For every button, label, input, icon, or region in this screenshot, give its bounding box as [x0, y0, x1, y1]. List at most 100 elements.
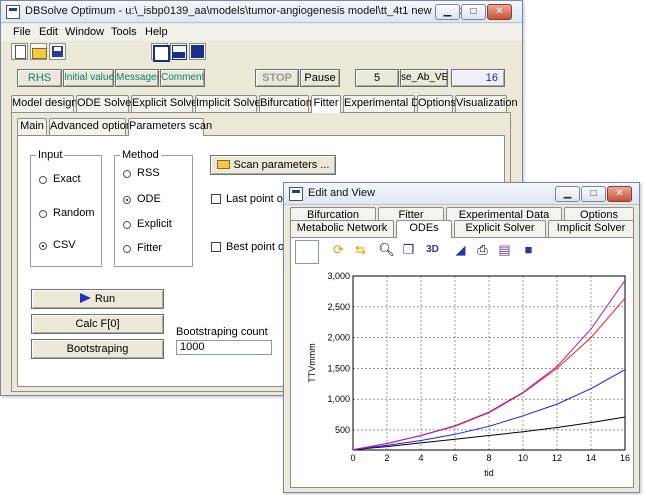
tab-implicit-solver[interactable]: Implicit Solver: [548, 220, 634, 237]
main-tab-row: Model designer ODE Solver Explicit Solve…: [11, 95, 518, 113]
x-tick-label: 16: [620, 453, 630, 463]
calc-f0-button[interactable]: Calc F[0]: [31, 314, 164, 334]
radio-explicit-label: Explicit: [137, 218, 172, 230]
open-folder-icon[interactable]: [30, 43, 47, 60]
close-icon[interactable]: ✕: [607, 186, 632, 202]
rhs-button[interactable]: RHS: [17, 69, 62, 87]
x-tick-label: 14: [586, 453, 596, 463]
subtab-parameters-scan[interactable]: Parameters scan: [128, 118, 212, 136]
app-logo-icon: [6, 5, 20, 19]
value-field[interactable]: 16: [451, 69, 505, 87]
app-logo-icon: [289, 187, 303, 201]
menu-window[interactable]: Window: [65, 26, 104, 38]
radio-exact[interactable]: [39, 176, 47, 184]
radio-explicit[interactable]: [123, 221, 131, 229]
swap-arrows-icon[interactable]: ⇆: [351, 240, 370, 259]
y-tick-label: 1,000: [327, 394, 350, 404]
tab-model-designer[interactable]: Model designer: [11, 95, 87, 112]
window-layout-icon[interactable]: [151, 43, 170, 62]
radio-ode[interactable]: [123, 196, 131, 204]
odes-chart: 0 2 4 6 8 10 12 14 16 500 1,000 1,500 2,000 2,500 3,00…: [307, 271, 630, 478]
method-group: Method RSS ODE Explicit Fitter: [114, 149, 193, 267]
3d-icon[interactable]: 3D: [423, 240, 442, 259]
bootstraping-count-input[interactable]: 1000: [176, 340, 272, 355]
tab-bifurcation[interactable]: Bifurcation: [259, 95, 312, 112]
x-tick-label: 12: [552, 453, 562, 463]
chart-ticks: 0 2 4 6 8 10 12 14 16 500 1,000 1,500 2,000 2,500 3,00…: [327, 271, 630, 463]
tab-implicit-solver[interactable]: Implicit Solver: [195, 95, 264, 112]
copy-icon[interactable]: ❐: [399, 240, 418, 259]
play-arrow-icon: [79, 293, 91, 303]
x-tick-label: 2: [384, 453, 389, 463]
print-icon[interactable]: ⎙: [473, 240, 492, 259]
subtab-advanced-options[interactable]: Advanced options: [49, 118, 137, 135]
main-titlebar[interactable]: DBSolve Optimum - u:\_isbp0139_aa\models…: [1, 1, 522, 23]
open-folder-icon: [216, 160, 230, 169]
tab-metabolic-network[interactable]: Metabolic Network: [290, 220, 394, 237]
subtab-main[interactable]: Main: [17, 118, 47, 135]
run-button[interactable]: Run: [31, 289, 164, 309]
x-tick-label: 6: [452, 453, 457, 463]
radio-rss[interactable]: [123, 170, 131, 178]
x-tick-label: 8: [486, 453, 491, 463]
maximize-icon[interactable]: □: [581, 186, 606, 202]
radio-fitter[interactable]: [123, 245, 131, 253]
stop-button[interactable]: STOP: [255, 69, 299, 87]
chart-selector-input[interactable]: [295, 240, 319, 264]
comments-button[interactable]: Comments: [160, 69, 205, 87]
best-point-only-checkbox[interactable]: [211, 242, 221, 252]
tab-fitter[interactable]: Fitter: [311, 95, 341, 113]
menu-file[interactable]: File: [13, 26, 31, 38]
tab-ode-solver[interactable]: ODE Solver: [76, 95, 135, 112]
pause-button[interactable]: Pause: [300, 69, 340, 87]
edit-tab-row-2: Metabolic Network ODEs Explicit Solver I…: [290, 220, 634, 238]
chart-toolbar: ⟳ ⇆ 🔍︎ ❐ 3D ◢ ⎙ ▤ ■: [293, 240, 631, 266]
scan-parameters-label: Scan parameters ...: [233, 159, 330, 171]
tab-explicit-solver[interactable]: Explicit Solver: [454, 220, 546, 237]
y-tick-label: 2,000: [327, 333, 350, 343]
chart-edit-icon[interactable]: ◢: [451, 240, 470, 259]
window-split-icon[interactable]: [170, 43, 187, 60]
new-file-icon[interactable]: [11, 43, 28, 60]
tab-visualization[interactable]: Visualization: [455, 95, 518, 112]
minimize-icon[interactable]: ▁: [435, 4, 460, 20]
last-point-only-checkbox[interactable]: [211, 194, 221, 204]
tab-experimental-data[interactable]: Experimental Data: [343, 95, 435, 112]
maximize-icon[interactable]: □: [461, 4, 486, 20]
zoom-icon[interactable]: 🔍︎: [377, 240, 396, 259]
parameter-field[interactable]: se_Ab_VEG: [400, 69, 448, 87]
radio-csv[interactable]: [39, 242, 47, 250]
edit-view-titlebar[interactable]: Edit and View ▁ □ ✕: [284, 183, 639, 205]
y-tick-label: 2,500: [327, 302, 350, 312]
menu-help[interactable]: Help: [145, 26, 168, 38]
bootstraping-button[interactable]: Bootstraping: [31, 339, 164, 359]
count-field[interactable]: 5: [355, 69, 399, 87]
save-disk-icon[interactable]: [49, 43, 66, 60]
y-axis-label: TTVmmm: [307, 343, 317, 383]
edit-view-window: Edit and View ▁ □ ✕ Bifurcation Fitter E…: [283, 182, 640, 493]
x-tick-label: 0: [350, 453, 355, 463]
window-fill-icon[interactable]: [189, 43, 206, 60]
radio-ode-label: ODE: [137, 193, 161, 205]
minimize-icon[interactable]: ▁: [555, 186, 580, 202]
input-group-title: Input: [36, 149, 65, 161]
tab-odes[interactable]: ODEs: [396, 220, 452, 238]
tab-explicit-solver[interactable]: Explicit Solver: [131, 95, 201, 112]
menu-tools[interactable]: Tools: [111, 26, 137, 38]
messages-button[interactable]: Messages: [115, 69, 159, 87]
initial-values-button[interactable]: Initial values: [63, 69, 114, 87]
x-tick-label: 10: [518, 453, 528, 463]
scan-parameters-button[interactable]: Scan parameters ...: [210, 155, 336, 175]
main-toolbar: [1, 41, 522, 63]
refresh-icon[interactable]: ⟳: [329, 240, 348, 259]
close-icon[interactable]: ✕: [487, 4, 512, 20]
save-disk-icon[interactable]: ■: [519, 240, 538, 259]
radio-rss-label: RSS: [137, 167, 160, 179]
radio-csv-label: CSV: [53, 239, 76, 251]
export-icon[interactable]: ▤: [495, 240, 514, 259]
tab-options[interactable]: Options: [417, 95, 456, 112]
menu-edit[interactable]: Edit: [39, 26, 58, 38]
fitter-subtab-row: Main Advanced options Parameters scan: [17, 118, 217, 136]
radio-random[interactable]: [39, 210, 47, 218]
y-tick-label: 500: [335, 425, 350, 435]
